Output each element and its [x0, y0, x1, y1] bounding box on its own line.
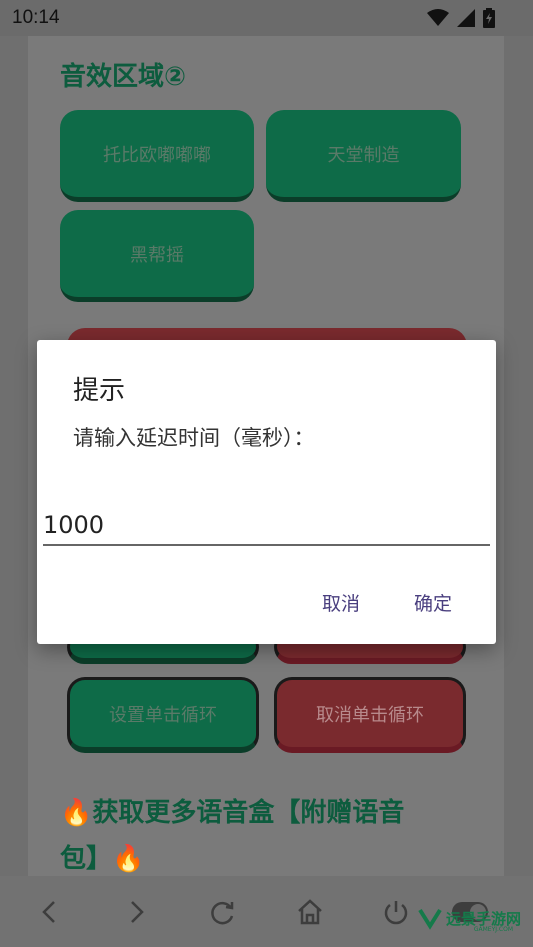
- home-icon[interactable]: [292, 894, 328, 930]
- promo-line-1: 🔥获取更多语音盒【附赠语音: [60, 798, 405, 828]
- confirm-button[interactable]: 确定: [414, 589, 452, 616]
- dialog-actions: 取消 确定: [322, 589, 452, 616]
- sound-button-heaven[interactable]: 天堂制造: [266, 110, 461, 202]
- status-time: 10:14: [12, 7, 60, 28]
- back-icon[interactable]: [32, 894, 68, 930]
- prompt-dialog: 提示 请输入延迟时间（毫秒）： 取消 确定: [37, 340, 496, 644]
- set-click-loop-button[interactable]: 设置单击循环: [67, 677, 259, 753]
- wifi-icon: [427, 9, 449, 26]
- logo-icon: [418, 908, 442, 930]
- dialog-title: 提示: [73, 376, 126, 406]
- sound-button-gang[interactable]: 黑帮摇: [60, 210, 254, 302]
- status-bar: 10:14: [0, 0, 533, 36]
- dialog-message: 请输入延迟时间（毫秒）：: [73, 426, 315, 450]
- cancel-button[interactable]: 取消: [322, 589, 360, 616]
- sound-button-tobio[interactable]: 托比欧嘟嘟嘟: [60, 110, 254, 202]
- watermark-sub: GAMEYJ.COM: [473, 926, 513, 933]
- refresh-icon[interactable]: [205, 894, 241, 930]
- battery-icon: [483, 8, 495, 28]
- signal-icon: [457, 9, 475, 27]
- watermark: 远景手游网 GAMEYJ.COM: [418, 906, 521, 933]
- forward-icon[interactable]: [118, 894, 154, 930]
- power-icon[interactable]: [378, 894, 414, 930]
- status-icons: [427, 8, 495, 28]
- section-title: 音效区域②: [60, 62, 187, 92]
- promo-text[interactable]: 🔥获取更多语音盒【附赠语音 包】🔥: [60, 790, 404, 882]
- delay-input[interactable]: [43, 506, 490, 546]
- cancel-click-loop-button[interactable]: 取消单击循环: [274, 677, 466, 753]
